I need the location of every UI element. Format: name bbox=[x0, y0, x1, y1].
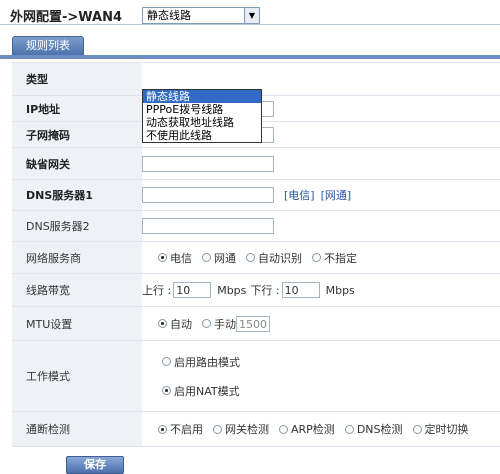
radio-icon bbox=[213, 424, 222, 434]
line-type-dropdown: 静态线路 PPPoE拨号线路 动态获取地址线路 不使用此线路 bbox=[142, 89, 262, 143]
detect-option-gateway[interactable]: 网关检测 bbox=[213, 421, 269, 437]
dropdown-option-unused[interactable]: 不使用此线路 bbox=[143, 129, 261, 142]
dropdown-option-pppoe[interactable]: PPPoE拨号线路 bbox=[143, 103, 261, 116]
mtu-label: MTU设置 bbox=[12, 307, 142, 340]
detect-option-dns[interactable]: DNS检测 bbox=[344, 421, 403, 437]
line-type-select[interactable]: 静态线路 ▼ bbox=[142, 7, 260, 24]
isp-option-netcom[interactable]: 网通 bbox=[202, 250, 236, 266]
save-button[interactable]: 保存 bbox=[66, 456, 124, 474]
row-mtu: MTU设置 自动 手动 1500 bbox=[12, 307, 500, 341]
detect-option-timed[interactable]: 定时切换 bbox=[412, 421, 469, 437]
title-divider bbox=[0, 24, 500, 25]
row-dns1: DNS服务器1 [电信] [网通] bbox=[12, 180, 500, 211]
row-work-mode: 工作模式 启用路由模式 启用NAT模式 bbox=[12, 341, 500, 412]
gateway-input[interactable] bbox=[142, 155, 274, 172]
mode-option-nat[interactable]: 启用NAT模式 bbox=[162, 383, 240, 399]
row-detect: 通断检测 不启用 网关检测 ARP检测 DNS检测 定时切换 bbox=[12, 412, 500, 447]
download-label: 下行 : bbox=[250, 284, 280, 297]
dropdown-option-static[interactable]: 静态线路 bbox=[143, 90, 261, 103]
radio-selected-icon bbox=[158, 424, 167, 434]
radio-selected-icon bbox=[158, 319, 167, 328]
mode-option-route[interactable]: 启用路由模式 bbox=[162, 354, 240, 370]
page-title: 外网配置->WAN4 bbox=[10, 10, 123, 25]
isp-option-telecom[interactable]: 电信 bbox=[158, 250, 192, 266]
radio-icon bbox=[162, 357, 171, 366]
gateway-label: 缺省网关 bbox=[12, 148, 142, 179]
dns1-netcom-link[interactable]: [网通] bbox=[321, 187, 352, 203]
radio-icon bbox=[279, 424, 288, 434]
isp-option-none[interactable]: 不指定 bbox=[312, 250, 357, 266]
download-input[interactable]: 10 bbox=[281, 282, 320, 298]
upload-input[interactable]: 10 bbox=[173, 282, 212, 298]
chevron-down-icon[interactable]: ▼ bbox=[244, 8, 259, 23]
mtu-option-manual[interactable]: 手动 bbox=[202, 316, 236, 332]
bandwidth-label: 线路带宽 bbox=[12, 274, 142, 306]
dns2-label: DNS服务器2 bbox=[12, 211, 142, 241]
row-dns2: DNS服务器2 bbox=[12, 211, 500, 242]
row-gateway: 缺省网关 bbox=[12, 148, 500, 180]
detect-option-arp[interactable]: ARP检测 bbox=[279, 421, 335, 437]
mask-label: 子网掩码 bbox=[12, 122, 142, 147]
radio-icon bbox=[246, 253, 255, 262]
radio-icon bbox=[412, 424, 422, 434]
dropdown-option-dhcp[interactable]: 动态获取地址线路 bbox=[143, 116, 261, 129]
tab-rule-list[interactable]: 规则列表 bbox=[12, 36, 84, 55]
isp-option-auto[interactable]: 自动识别 bbox=[246, 250, 302, 266]
mtu-manual-input[interactable]: 1500 bbox=[236, 315, 270, 332]
dns2-input[interactable] bbox=[142, 218, 274, 234]
radio-selected-icon bbox=[158, 253, 167, 262]
detect-option-off[interactable]: 不启用 bbox=[158, 421, 203, 437]
upload-unit: Mbps bbox=[217, 283, 247, 297]
radio-icon bbox=[312, 253, 321, 262]
detect-label: 通断检测 bbox=[12, 412, 142, 446]
tab-bar bbox=[0, 55, 500, 59]
row-bandwidth: 线路带宽 上行 : 10 Mbps 下行 : 10 Mbps bbox=[12, 274, 500, 307]
row-isp: 网络服务商 电信 网通 自动识别 不指定 bbox=[12, 242, 500, 274]
download-unit: Mbps bbox=[325, 283, 355, 297]
dns1-input[interactable] bbox=[142, 187, 274, 203]
radio-icon bbox=[202, 319, 211, 328]
work-mode-label: 工作模式 bbox=[12, 341, 142, 411]
radio-icon bbox=[344, 424, 354, 434]
upload-label: 上行 : bbox=[142, 284, 172, 297]
line-type-label: 类型 bbox=[12, 63, 142, 95]
radio-icon bbox=[202, 253, 211, 262]
radio-selected-icon bbox=[162, 386, 171, 395]
dns1-telecom-link[interactable]: [电信] bbox=[284, 187, 315, 203]
ip-label: IP地址 bbox=[12, 96, 142, 121]
line-type-value: 静态线路 bbox=[147, 9, 191, 22]
isp-label: 网络服务商 bbox=[12, 242, 142, 273]
dns1-label: DNS服务器1 bbox=[12, 180, 142, 210]
mtu-option-auto[interactable]: 自动 bbox=[158, 316, 192, 332]
